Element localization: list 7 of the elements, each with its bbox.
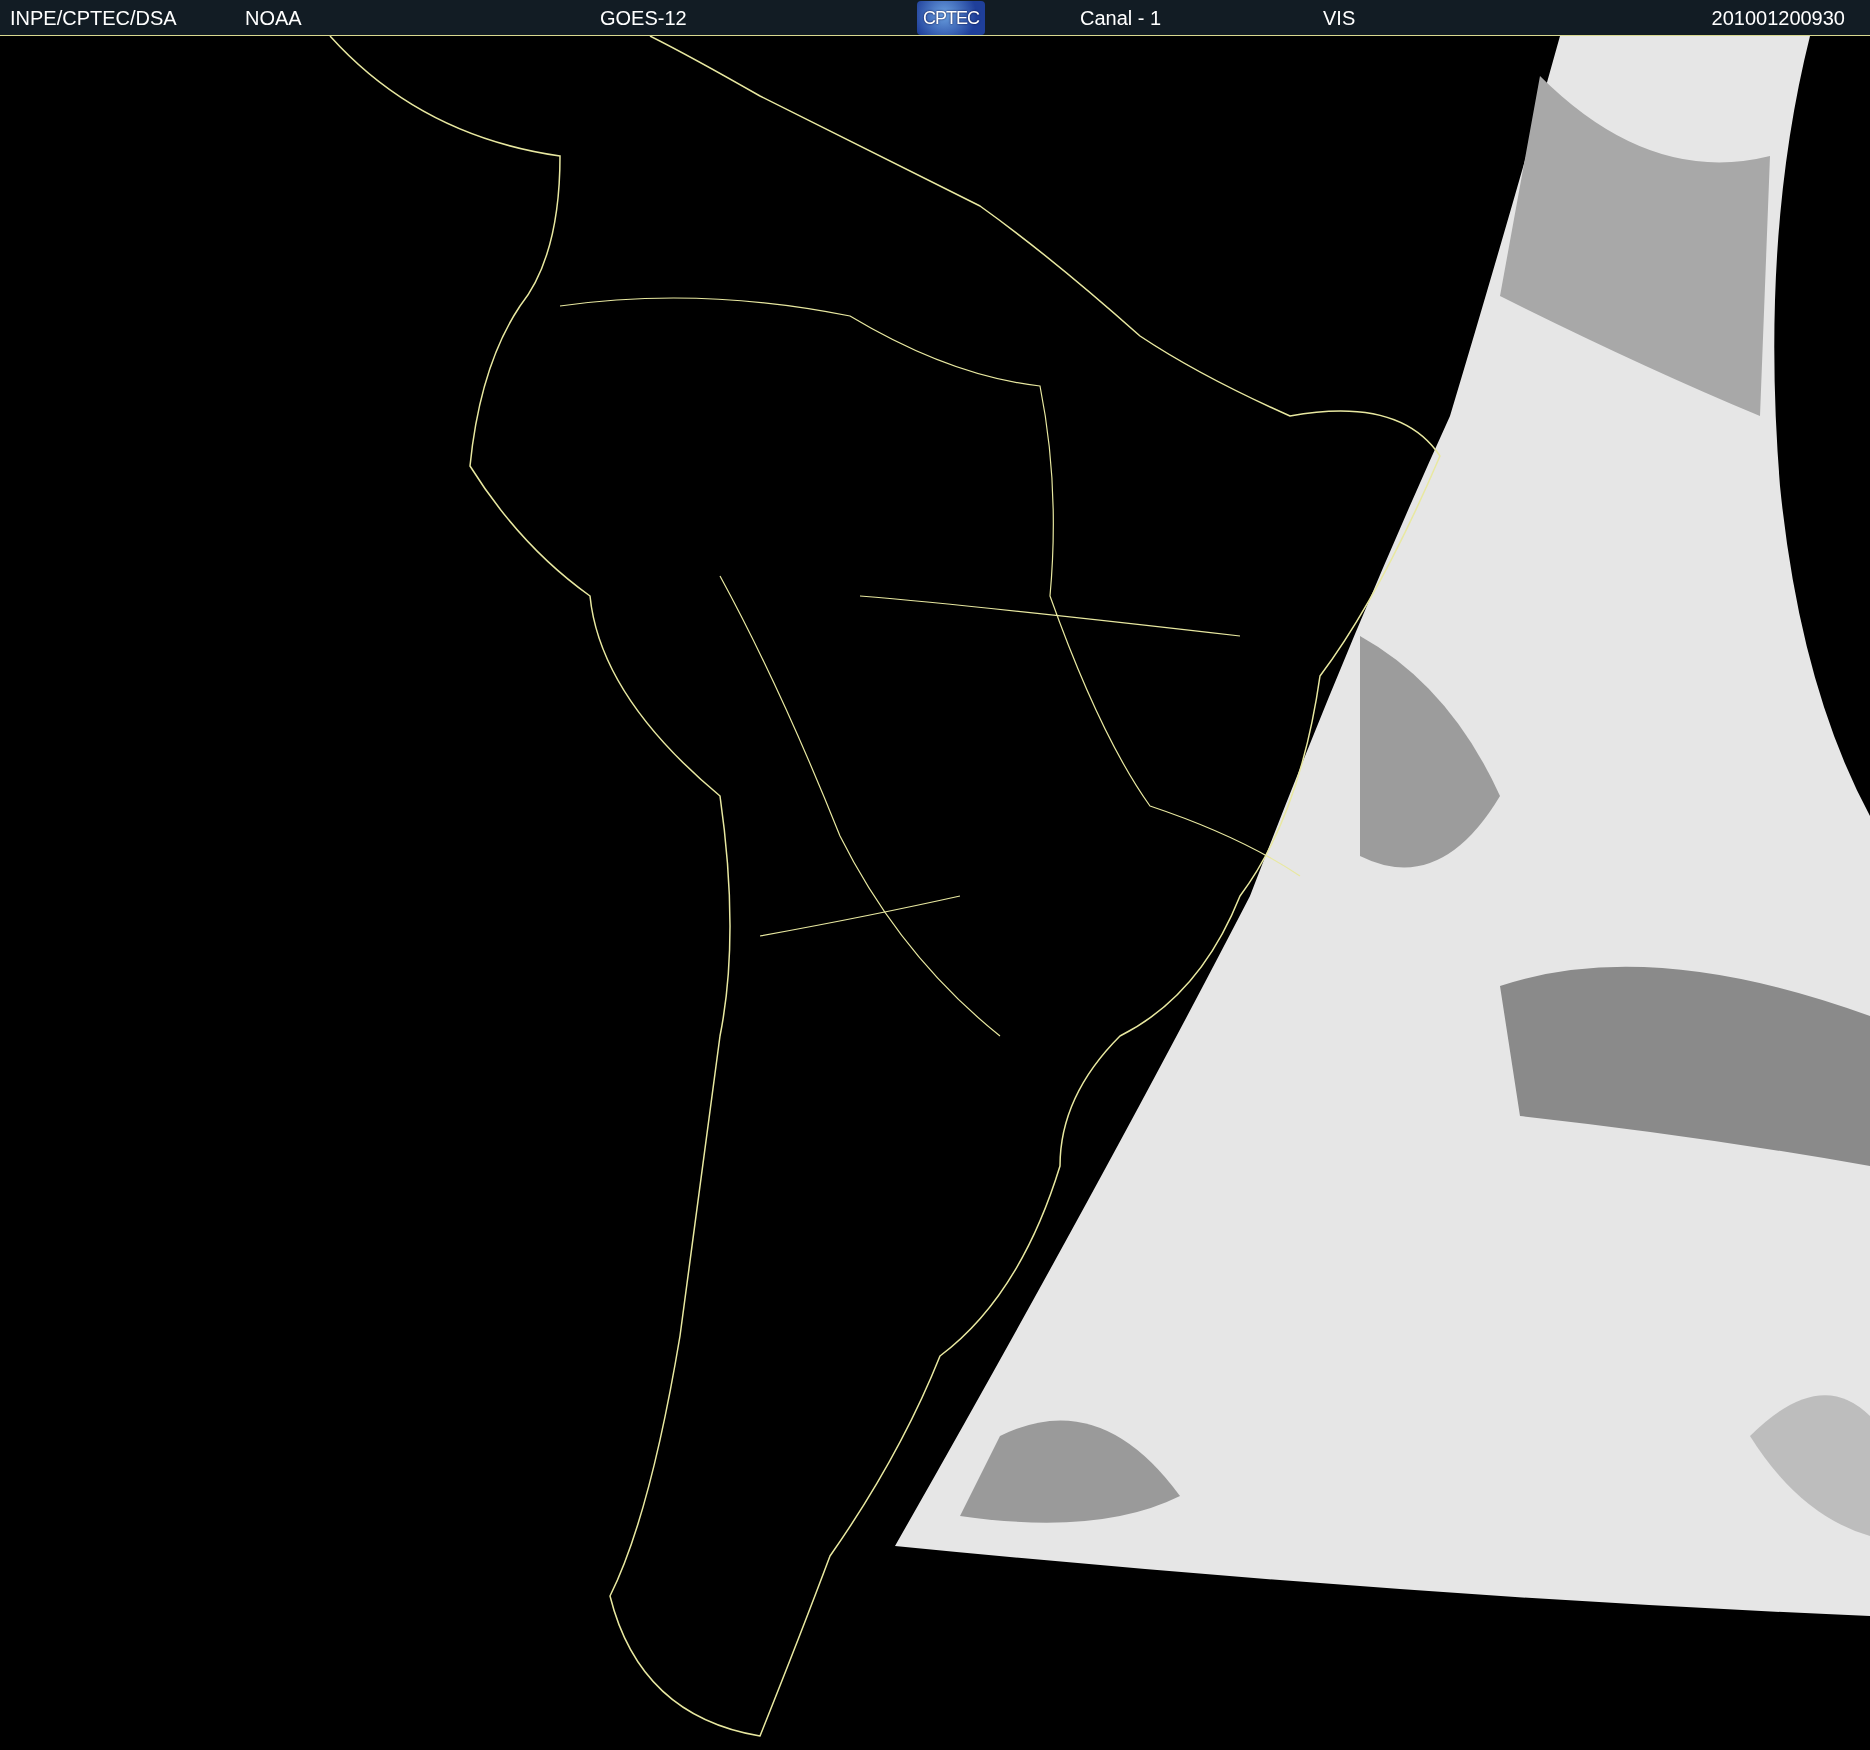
timestamp-label: 201001200930	[1711, 5, 1845, 31]
band-label: VIS	[1323, 5, 1357, 31]
source-label: INPE/CPTEC/DSA	[10, 5, 178, 31]
logo: CPTEC	[917, 0, 985, 35]
satellite-label: GOES-12	[600, 5, 688, 31]
channel-label: Canal - 1	[1080, 5, 1163, 31]
agency-label: NOAA	[245, 5, 303, 31]
